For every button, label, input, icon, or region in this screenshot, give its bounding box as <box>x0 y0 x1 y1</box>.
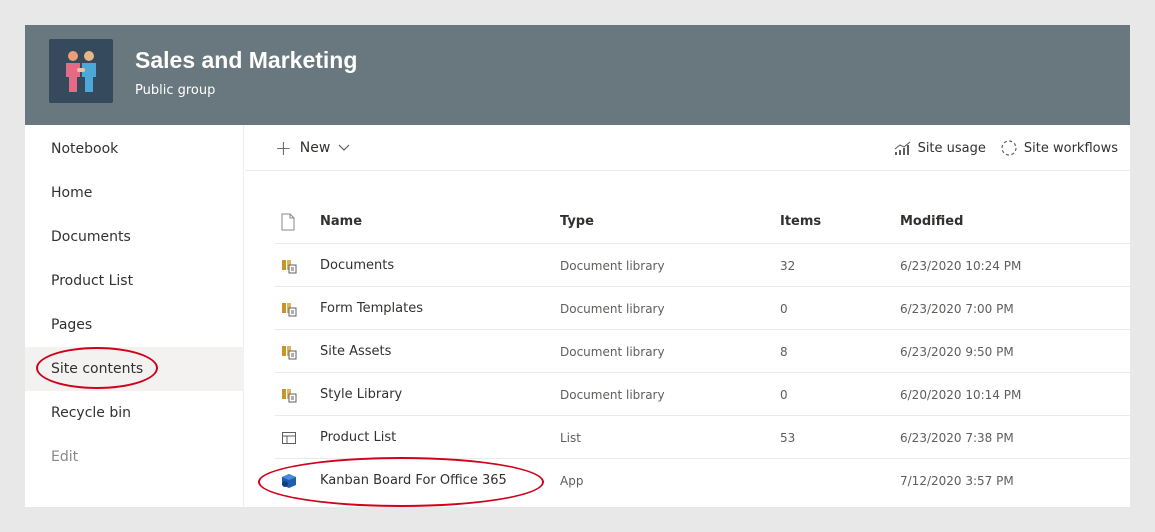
column-header-modified[interactable]: Modified <box>900 200 963 243</box>
new-button[interactable]: + New <box>275 136 350 160</box>
row-name-documents[interactable]: Documents <box>320 244 394 287</box>
row-items: 0 <box>780 302 788 316</box>
sharepoint-window: Sales and Marketing Public group Noteboo… <box>25 25 1130 507</box>
row-name-form-templates[interactable]: Form Templates <box>320 287 423 330</box>
workflow-icon <box>1001 140 1017 156</box>
row-modified: 6/23/2020 7:00 PM <box>900 302 1014 316</box>
nav-item-pages[interactable]: Pages <box>25 303 244 347</box>
row-modified: 6/23/2020 7:38 PM <box>900 431 1014 445</box>
document-library-icon <box>281 287 301 330</box>
nav-item-home[interactable]: Home <box>25 171 244 215</box>
site-usage-label: Site usage <box>917 140 986 156</box>
row-name-kanban-board[interactable]: Kanban Board For Office 365 <box>320 459 507 502</box>
table-row[interactable]: Style Library Document library 0 6/20/20… <box>275 373 1130 416</box>
new-button-label: New <box>299 140 331 156</box>
row-items: 53 <box>780 431 796 445</box>
chevron-down-icon <box>338 142 350 155</box>
row-type: List <box>560 431 581 445</box>
site-usage-button[interactable]: Site usage <box>894 140 986 156</box>
row-name-style-library[interactable]: Style Library <box>320 373 402 416</box>
row-modified: 6/23/2020 9:50 PM <box>900 345 1014 359</box>
table-row[interactable]: Product List List 53 6/23/2020 7:38 PM <box>275 416 1130 459</box>
site-logo[interactable] <box>49 39 113 103</box>
plus-icon: + <box>275 136 292 160</box>
file-type-header-icon[interactable] <box>281 200 301 243</box>
site-contents-table: Name Type Items Modified Documents Docum… <box>275 200 1130 502</box>
handshake-people-icon <box>66 51 96 92</box>
nav-item-notebook[interactable]: Notebook <box>25 127 244 171</box>
left-navigation: Notebook Home Documents Product List Pag… <box>25 125 244 507</box>
row-name-site-assets[interactable]: Site Assets <box>320 330 391 373</box>
site-header: Sales and Marketing Public group <box>25 25 1130 125</box>
site-usage-icon <box>894 141 910 155</box>
nav-item-product-list[interactable]: Product List <box>25 259 244 303</box>
document-library-icon <box>281 244 301 287</box>
command-bar-right: Site usage Site workflows <box>894 136 1118 160</box>
row-type: Document library <box>560 388 665 402</box>
row-type: Document library <box>560 259 665 273</box>
row-modified: 7/12/2020 3:57 PM <box>900 474 1014 488</box>
nav-item-documents[interactable]: Documents <box>25 215 244 259</box>
document-library-icon <box>281 373 301 416</box>
column-header-items[interactable]: Items <box>780 200 821 243</box>
table-header-row: Name Type Items Modified <box>275 200 1130 244</box>
column-header-type[interactable]: Type <box>560 200 594 243</box>
table-row[interactable]: Kanban Board For Office 365 App 7/12/202… <box>275 459 1130 502</box>
site-contents-main: + New Site usage Site workflows Name Typ… <box>245 125 1130 507</box>
row-modified: 6/23/2020 10:24 PM <box>900 259 1022 273</box>
site-subtitle: Public group <box>135 83 216 98</box>
row-type: Document library <box>560 345 665 359</box>
row-name-product-list[interactable]: Product List <box>320 416 396 459</box>
document-library-icon <box>281 330 301 373</box>
row-type: Document library <box>560 302 665 316</box>
site-title[interactable]: Sales and Marketing <box>135 47 357 74</box>
nav-item-recycle-bin[interactable]: Recycle bin <box>25 391 244 435</box>
column-header-name[interactable]: Name <box>320 200 362 243</box>
table-row[interactable]: Site Assets Document library 8 6/23/2020… <box>275 330 1130 373</box>
table-row[interactable]: Form Templates Document library 0 6/23/2… <box>275 287 1130 330</box>
command-bar: + New Site usage Site workflows <box>245 125 1130 171</box>
row-type: App <box>560 474 584 488</box>
nav-item-site-contents[interactable]: Site contents <box>25 347 244 391</box>
list-icon <box>281 416 301 459</box>
row-items: 8 <box>780 345 788 359</box>
row-items: 32 <box>780 259 796 273</box>
nav-item-edit[interactable]: Edit <box>25 435 244 479</box>
table-row[interactable]: Documents Document library 32 6/23/2020 … <box>275 244 1130 287</box>
app-icon <box>281 459 301 502</box>
site-workflows-label: Site workflows <box>1023 140 1118 156</box>
site-workflows-button[interactable]: Site workflows <box>1000 139 1118 157</box>
row-modified: 6/20/2020 10:14 PM <box>900 388 1022 402</box>
row-items: 0 <box>780 388 788 402</box>
